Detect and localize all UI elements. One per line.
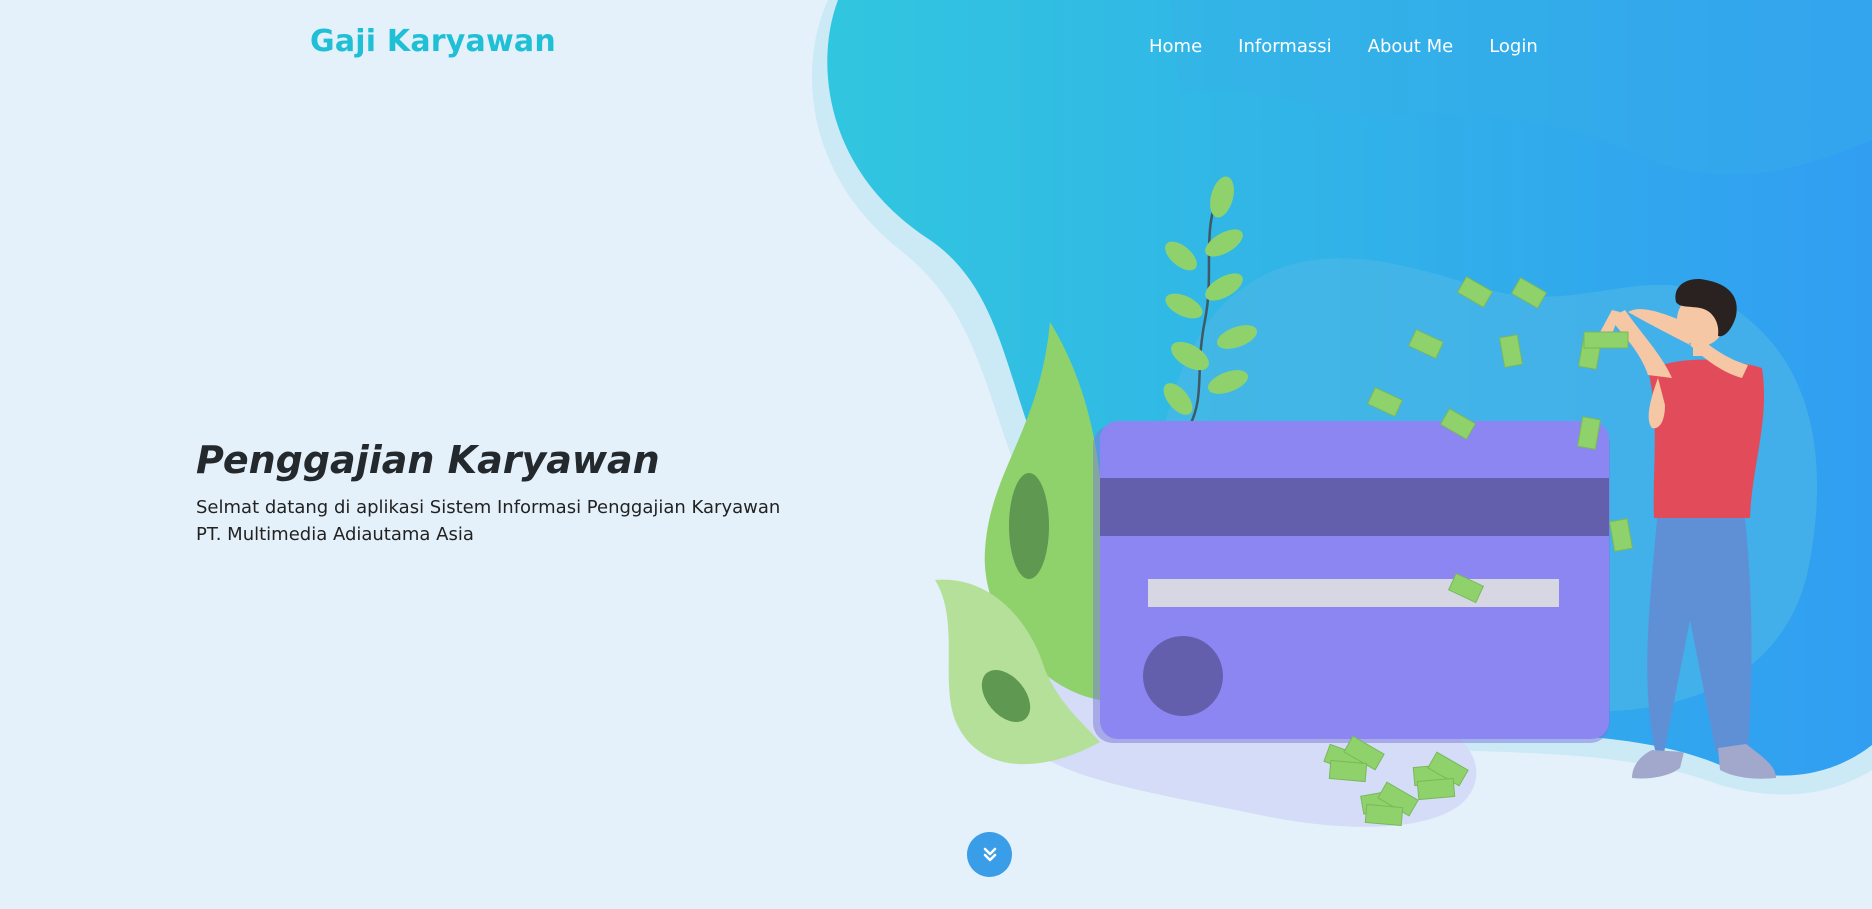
- double-chevron-down-icon: [983, 847, 996, 861]
- hero-illustration: [935, 176, 1776, 827]
- credit-card-illustration: [1093, 421, 1610, 743]
- vine-illustration: [1163, 176, 1258, 426]
- scroll-down-button[interactable]: [967, 832, 1012, 877]
